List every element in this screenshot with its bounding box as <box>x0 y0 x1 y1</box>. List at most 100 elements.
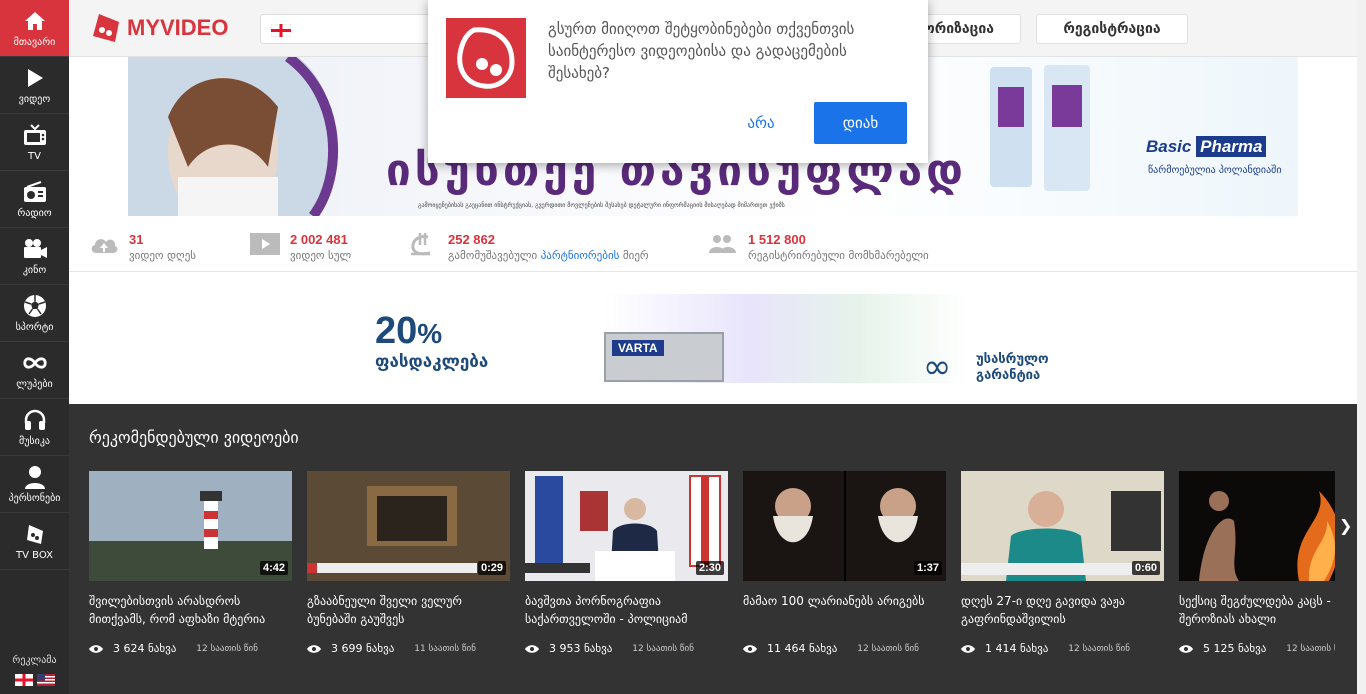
video-views: 5 125 ნახვა <box>1203 642 1267 655</box>
stat-label-suffix: მიერ <box>622 249 649 262</box>
lari-icon <box>411 233 431 256</box>
eye-icon <box>89 644 103 653</box>
sidebar-item-label: კინო <box>22 264 47 276</box>
video-time-ago: 12 საათის წინ <box>857 643 919 654</box>
video-thumbnail[interactable]: 2:30 <box>525 471 728 581</box>
video-time-ago: 12 საათის წინ <box>632 643 694 654</box>
discount-percent: 20% <box>375 310 442 353</box>
sidebar-item-label: ვიდეო <box>18 93 51 105</box>
site-stats: 31 ვიდეო დღეს 2 002 481 ვიდეო სულ 252 862 გ… <box>69 216 1357 272</box>
middle-ad-banner[interactable]: 20% ფასდაკლება VARTA ∞ უსასრულო გარანტია <box>349 294 1077 383</box>
eye-icon <box>743 644 757 653</box>
video-title[interactable]: სექსიც შეგძულდება კაცს - გურამ შეროზიას … <box>1179 592 1335 628</box>
stat-videos-total: 2 002 481 ვიდეო სულ <box>250 231 351 263</box>
sidebar-item-home[interactable]: მთავარი <box>0 0 69 57</box>
sidebar-item-music[interactable]: მუსიკა <box>0 399 69 456</box>
video-carousel: 4:42 შვილებისთვის არასდროს მითქვამს, რომ… <box>89 471 1335 694</box>
stat-label: გამომუშავებული პარტნიორების მიერ <box>448 248 649 263</box>
logo-text: MYVIDEO <box>127 15 229 40</box>
play-icon <box>22 66 48 90</box>
video-icon <box>250 233 280 255</box>
video-title[interactable]: მამაო 100 ლარიანებს არიგებს <box>743 592 946 628</box>
eye-icon <box>307 644 321 653</box>
sidebar-item-label: მთავარი <box>13 36 56 48</box>
page-scrollbar[interactable] <box>1357 0 1366 694</box>
stat-label: რეგისტრირებული მომხმარებელი <box>748 249 929 262</box>
stat-partner-earnings: 252 862 გამომუშავებული პარტნიორების მიერ <box>408 231 649 263</box>
video-thumbnail[interactable]: 4:42 <box>89 471 292 581</box>
sidebar-item-label: TV <box>28 150 41 162</box>
sidebar-footer: რეკლამა <box>0 655 69 694</box>
video-thumbnail[interactable]: 0:60 <box>961 471 1164 581</box>
register-button[interactable]: რეგისტრაცია <box>1036 14 1188 44</box>
video-title[interactable]: დღეს 27-ი დღე გავიდა ვაჟა გაფრინდაშვილის <box>961 592 1164 628</box>
sidebar-item-tvbox[interactable]: TV BOX <box>0 513 69 570</box>
georgian-flag-icon[interactable] <box>271 24 291 37</box>
video-thumbnail[interactable] <box>1179 471 1335 581</box>
video-duration: 2:30 <box>695 561 724 575</box>
video-meta: 11 464 ნახვა 12 საათის წინ <box>743 642 946 655</box>
video-card[interactable]: 4:42 შვილებისთვის არასდროს მითქვამს, რომ… <box>89 471 292 655</box>
video-card[interactable]: 0:29 გზააბნეული შველი ველურ ბუნებაში გაუ… <box>307 471 510 655</box>
warranty-text: უსასრულო გარანტია <box>976 352 1049 383</box>
sidebar-item-cinema[interactable]: კინო <box>0 228 69 285</box>
site-logo[interactable]: MYVIDEO <box>89 12 228 44</box>
carousel-next-icon[interactable]: ❯ <box>1339 516 1352 535</box>
logo-icon <box>93 14 119 42</box>
brand-box: Pharma <box>1196 136 1267 157</box>
video-card[interactable]: სექსიც შეგძულდება კაცს - გურამ შეროზიას … <box>1179 471 1335 655</box>
stat-label: ვიდეო დღეს <box>129 249 197 262</box>
video-meta: 1 414 ნახვა 12 საათის წინ <box>961 642 1164 655</box>
sidebar-item-sport[interactable]: სპორტი <box>0 285 69 342</box>
sidebar-item-tv[interactable]: TV <box>0 114 69 171</box>
video-card[interactable]: 1:37 მამაო 100 ლარიანებს არიგებს 11 464 … <box>743 471 946 655</box>
video-title[interactable]: გზააბნეული შველი ველურ ბუნებაში გაუშვეს <box>307 592 510 628</box>
video-views: 11 464 ნახვა <box>767 642 838 655</box>
stat-value: 2 002 481 <box>290 232 348 247</box>
login-button[interactable]: ავტორიზაცია <box>925 14 1021 44</box>
brand-name: Basic <box>1146 137 1192 156</box>
login-button-label: ავტორიზაცია <box>925 21 994 37</box>
register-button-label: რეგისტრაცია <box>1063 21 1161 37</box>
video-meta: 3 699 ნახვა 11 საათის წინ <box>307 642 510 655</box>
sidebar-item-loops[interactable]: ლუპები <box>0 342 69 399</box>
tv-icon <box>22 123 48 147</box>
infinity-icon <box>22 351 48 375</box>
thumbnail-image <box>1179 471 1335 581</box>
sidebar-item-radio[interactable]: რადიო <box>0 171 69 228</box>
language-switcher <box>0 674 69 686</box>
video-time-ago: 12 საათის წინ <box>196 643 258 654</box>
video-card[interactable]: 0:60 დღეს 27-ი დღე გავიდა ვაჟა გაფრინდაშ… <box>961 471 1164 655</box>
partners-link[interactable]: პარტნიორების <box>541 249 620 262</box>
sidebar-item-persons[interactable]: პერსონები <box>0 456 69 513</box>
notification-decline-button[interactable]: არა <box>728 102 794 144</box>
notification-accept-button[interactable]: დიახ <box>814 102 907 144</box>
warranty-line-1: უსასრულო <box>976 352 1049 367</box>
video-duration: 0:60 <box>1131 561 1160 575</box>
headphones-icon <box>22 408 48 432</box>
banner-brand-subtitle: წარმოებულია პოლანდიაში <box>1148 165 1282 176</box>
georgian-flag-icon[interactable] <box>14 674 33 686</box>
video-thumbnail[interactable]: 0:29 <box>307 471 510 581</box>
push-notification-prompt: გსურთ მიიღოთ შეტყობინებები თქვენთვის საი… <box>428 0 928 163</box>
battery-image: VARTA <box>604 332 724 382</box>
video-title[interactable]: ბავშვთა პორნოგრაფია საქართველოში - პოლიც… <box>525 592 728 628</box>
cloud-upload-icon <box>91 239 118 253</box>
sidebar-item-label: სპორტი <box>15 321 54 333</box>
video-title[interactable]: შვილებისთვის არასდროს მითქვამს, რომ აფხა… <box>89 592 292 628</box>
banner-disclaimer: გამოიყენებისას გაეცანით ინსტრუქციას, გვე… <box>418 202 785 209</box>
video-card[interactable]: 2:30 ბავშვთა პორნოგრაფია საქართველოში - … <box>525 471 728 655</box>
video-thumbnail[interactable]: 1:37 <box>743 471 946 581</box>
recommended-section: რეკომენდებული ვიდეოები 4:42 შვილებისთვის… <box>69 404 1357 694</box>
discount-label: ფასდაკლება <box>375 352 489 372</box>
video-views: 1 414 ნახვა <box>985 642 1049 655</box>
sidebar-item-video[interactable]: ვიდეო <box>0 57 69 114</box>
video-time-ago: 11 საათის წინ <box>414 643 476 654</box>
section-title: რეკომენდებული ვიდეოები <box>89 428 299 447</box>
sidebar: მთავარი ვიდეო TV რადიო კინო სპორტი ლუპებ… <box>0 0 69 694</box>
person-icon <box>22 465 48 489</box>
advertising-link[interactable]: რეკლამა <box>0 655 69 666</box>
sidebar-item-label: რადიო <box>17 207 52 219</box>
english-flag-icon[interactable] <box>36 674 55 686</box>
stat-label-prefix: გამომუშავებული <box>448 249 538 262</box>
